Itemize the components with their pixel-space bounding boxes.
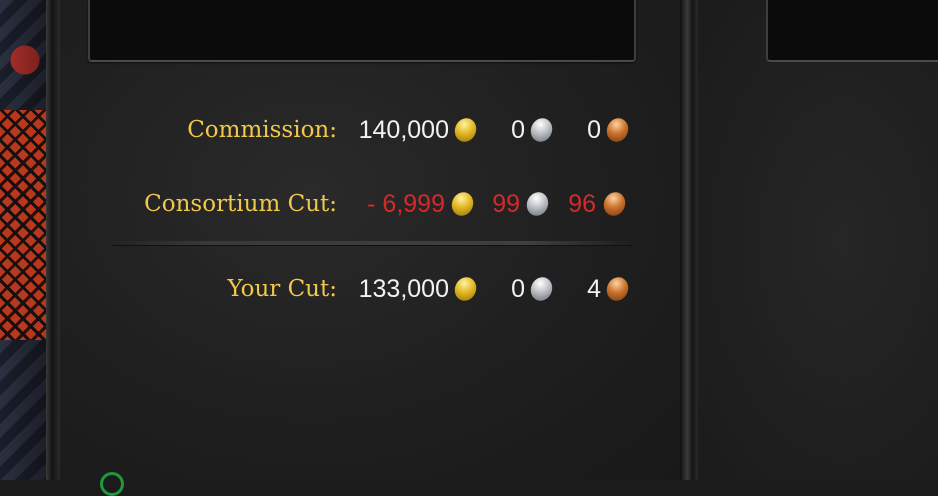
gold-coin-icon <box>451 114 480 146</box>
your-cut-row: Your Cut: 133,000 0 4 <box>0 269 680 309</box>
your-cut-copper-amount: 4 <box>587 275 601 303</box>
gold-coin-icon <box>451 273 480 305</box>
window-frame-left <box>46 0 60 480</box>
copper-coin-icon <box>603 273 632 305</box>
silver-coin-icon <box>527 114 556 146</box>
silver-coin-icon <box>527 273 556 305</box>
copper-coin-icon <box>603 114 632 146</box>
crafting-order-payout-panel <box>60 0 680 480</box>
consortium-cut-label: Consortium Cut: <box>144 191 337 217</box>
commission-gold-amount: 140,000 <box>358 116 449 144</box>
section-divider <box>112 241 632 246</box>
silver-coin-icon <box>523 188 552 220</box>
consortium-cut-gold-amount: - 6,999 <box>367 190 445 218</box>
decorative-border-art <box>0 0 46 480</box>
your-cut-silver-amount: 0 <box>511 275 525 303</box>
adjacent-details-box <box>766 0 938 62</box>
your-cut-gold-amount: 133,000 <box>358 275 449 303</box>
gold-coin-icon <box>448 188 477 220</box>
your-cut-label: Your Cut: <box>227 276 337 302</box>
status-indicator-icon <box>100 472 124 496</box>
copper-coin-icon <box>600 188 629 220</box>
window-frame-divider <box>680 0 698 480</box>
commission-row: Commission: 140,000 0 0 <box>0 110 680 150</box>
item-details-box <box>88 0 636 62</box>
commission-silver-amount: 0 <box>511 116 525 144</box>
commission-copper-amount: 0 <box>587 116 601 144</box>
consortium-cut-copper-amount: 96 <box>568 190 596 218</box>
commission-label: Commission: <box>187 117 337 143</box>
consortium-cut-silver-amount: 99 <box>492 190 520 218</box>
consortium-cut-row: Consortium Cut: - 6,999 99 96 <box>0 184 680 224</box>
adjacent-panel <box>698 0 938 480</box>
